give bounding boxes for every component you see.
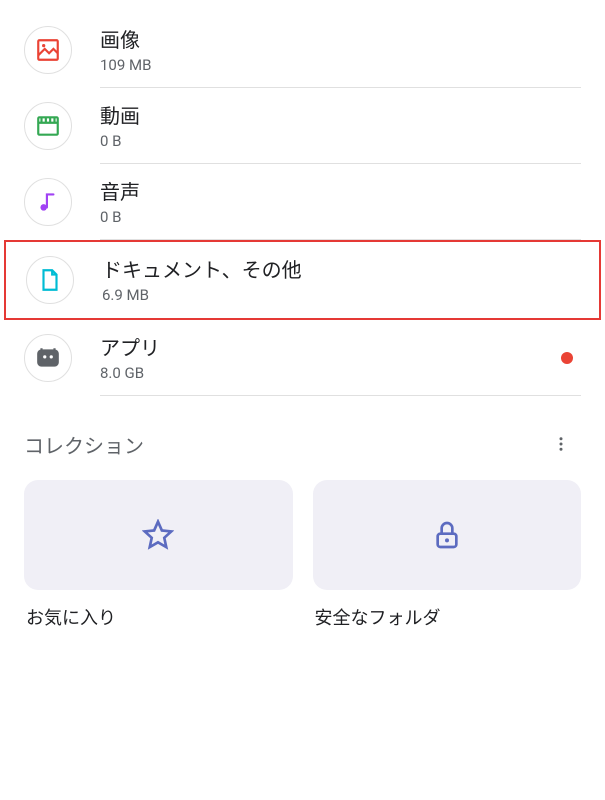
category-title: ドキュメント、その他 <box>102 256 579 284</box>
category-title: 音声 <box>100 178 581 206</box>
collection-label: お気に入り <box>24 604 293 630</box>
category-size: 0 B <box>100 132 581 150</box>
video-icon <box>24 102 72 150</box>
more-menu-button[interactable] <box>541 424 581 464</box>
section-title: コレクション <box>24 430 144 459</box>
image-icon <box>24 26 72 74</box>
category-size: 6.9 MB <box>102 286 579 304</box>
category-item-images[interactable]: 画像 109 MB <box>0 12 605 88</box>
collection-grid: お気に入り 安全なフォルダ <box>0 480 605 630</box>
category-title: アプリ <box>100 334 561 362</box>
category-size: 8.0 GB <box>100 364 561 382</box>
category-text: 音声 0 B <box>100 178 581 226</box>
lock-icon <box>313 480 582 590</box>
category-item-videos[interactable]: 動画 0 B <box>0 88 605 164</box>
more-vert-icon <box>552 435 570 453</box>
category-title: 画像 <box>100 26 581 54</box>
star-icon <box>24 480 293 590</box>
category-text: 画像 109 MB <box>100 26 581 74</box>
divider <box>100 395 581 396</box>
category-item-documents[interactable]: ドキュメント、その他 6.9 MB <box>4 240 601 320</box>
category-title: 動画 <box>100 102 581 130</box>
app-icon <box>24 334 72 382</box>
category-text: アプリ 8.0 GB <box>100 334 561 382</box>
category-size: 109 MB <box>100 56 581 74</box>
category-list: 画像 109 MB 動画 0 B <box>0 0 605 396</box>
category-size: 0 B <box>100 208 581 226</box>
category-item-apps[interactable]: アプリ 8.0 GB <box>0 320 605 396</box>
indicator-dot <box>561 352 573 364</box>
audio-icon <box>24 178 72 226</box>
section-header: コレクション <box>0 396 605 480</box>
document-icon <box>26 256 74 304</box>
collection-label: 安全なフォルダ <box>313 604 582 630</box>
category-item-audio[interactable]: 音声 0 B <box>0 164 605 240</box>
category-text: ドキュメント、その他 6.9 MB <box>102 256 579 304</box>
category-text: 動画 0 B <box>100 102 581 150</box>
collection-card-safe-folder[interactable]: 安全なフォルダ <box>313 480 582 630</box>
collection-card-favorites[interactable]: お気に入り <box>24 480 293 630</box>
